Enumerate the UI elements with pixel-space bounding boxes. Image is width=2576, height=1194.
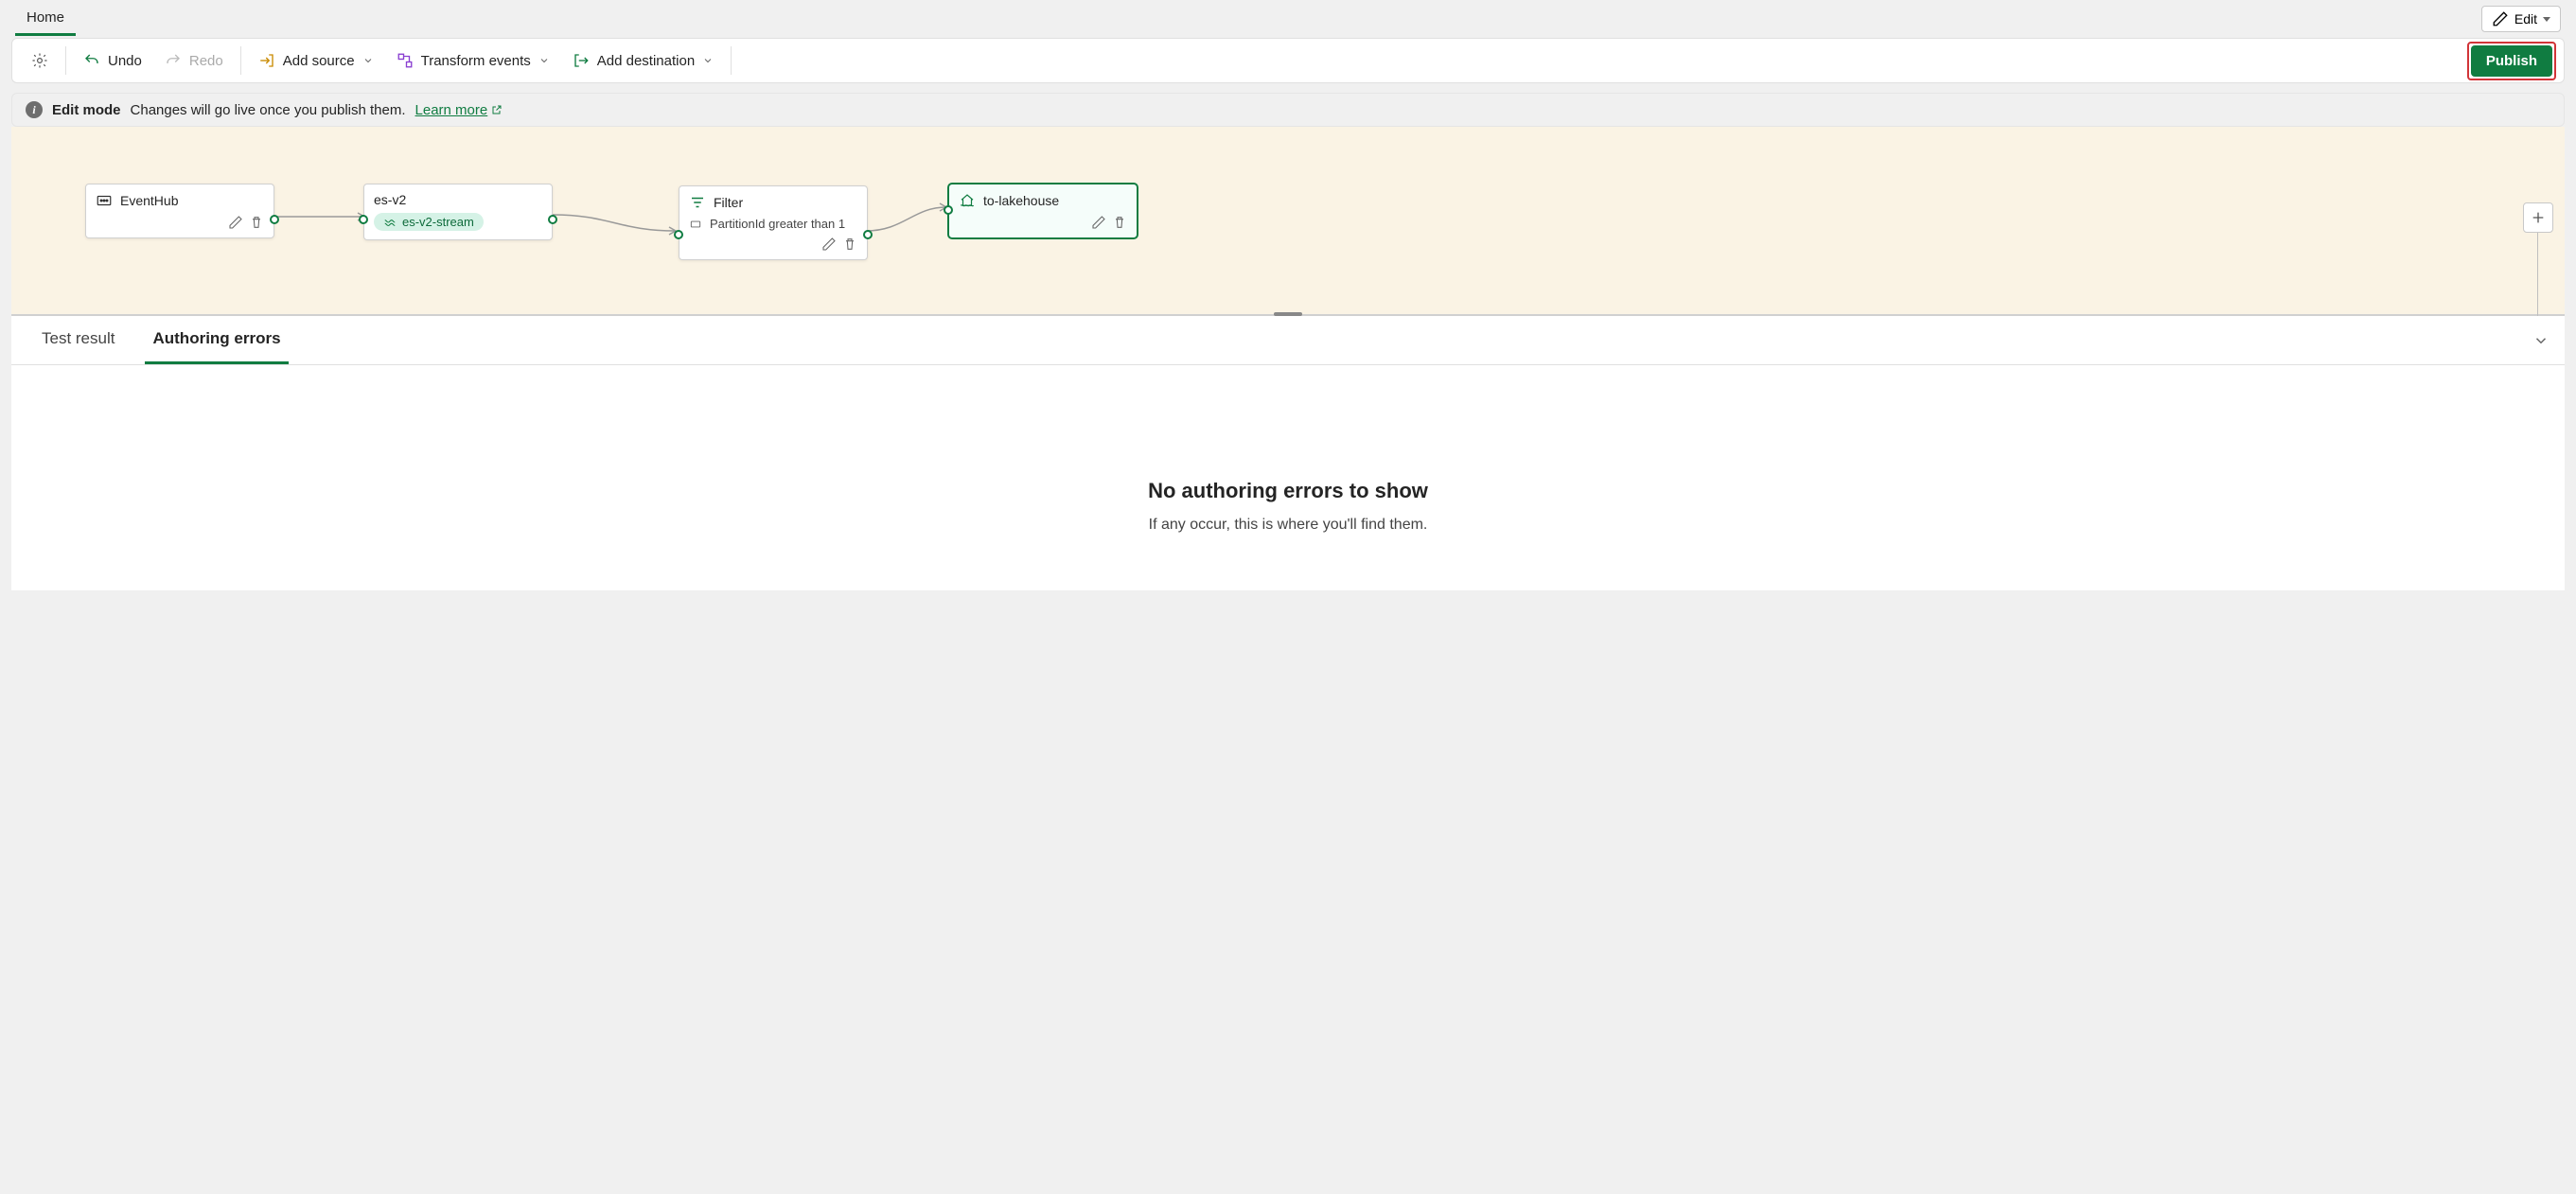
transform-icon xyxy=(397,52,414,69)
node-stream[interactable]: es-v2 es-v2-stream xyxy=(363,184,553,240)
edit-node-icon[interactable] xyxy=(821,237,837,252)
edit-node-icon[interactable] xyxy=(228,215,243,230)
edit-label: Edit xyxy=(2514,11,2537,26)
source-in-icon xyxy=(258,52,275,69)
info-bar: i Edit mode Changes will go live once yo… xyxy=(11,93,2565,127)
node-title: to-lakehouse xyxy=(983,193,1059,208)
connector xyxy=(866,202,951,240)
node-filter[interactable]: Filter PartitionId greater than 1 xyxy=(679,185,868,260)
chevron-down-icon xyxy=(362,55,374,66)
info-message: Changes will go live once you publish th… xyxy=(131,102,406,118)
chevron-down-icon xyxy=(702,55,714,66)
delete-node-icon[interactable] xyxy=(1112,215,1127,230)
undo-icon xyxy=(83,52,100,69)
publish-highlight: Publish xyxy=(2467,42,2556,80)
learn-more-label: Learn more xyxy=(415,102,488,118)
node-title: EventHub xyxy=(120,193,178,208)
delete-node-icon[interactable] xyxy=(249,215,264,230)
output-port[interactable] xyxy=(863,230,873,239)
info-icon: i xyxy=(26,101,43,118)
node-eventhub[interactable]: EventHub xyxy=(85,184,274,238)
undo-button[interactable]: Undo xyxy=(72,46,153,75)
eventhub-icon xyxy=(96,192,113,209)
node-destination[interactable]: to-lakehouse xyxy=(948,184,1138,238)
input-port[interactable] xyxy=(359,215,368,224)
separator xyxy=(240,46,241,75)
node-title: es-v2 xyxy=(374,192,406,207)
tab-home[interactable]: Home xyxy=(15,2,76,36)
separator xyxy=(65,46,66,75)
collapse-panel-icon[interactable] xyxy=(2532,332,2550,349)
settings-button[interactable] xyxy=(20,46,60,75)
input-port[interactable] xyxy=(944,205,953,215)
empty-subtitle: If any occur, this is where you'll find … xyxy=(1149,517,1428,534)
stream-chip-label: es-v2-stream xyxy=(402,215,474,229)
plus-icon xyxy=(2531,210,2546,225)
rule-icon xyxy=(689,218,702,231)
bottom-panel: Test result Authoring errors No authorin… xyxy=(11,316,2565,590)
caret-down-icon xyxy=(2543,17,2550,22)
lakehouse-icon xyxy=(959,192,976,209)
undo-label: Undo xyxy=(108,53,142,69)
transform-label: Transform events xyxy=(421,53,531,69)
info-mode: Edit mode xyxy=(52,102,121,118)
delete-node-icon[interactable] xyxy=(842,237,857,252)
edit-node-icon[interactable] xyxy=(1091,215,1106,230)
output-port[interactable] xyxy=(548,215,557,224)
publish-button[interactable]: Publish xyxy=(2471,45,2552,77)
redo-icon xyxy=(165,52,182,69)
add-destination-button[interactable]: Add destination xyxy=(561,46,725,75)
add-source-button[interactable]: Add source xyxy=(247,46,385,75)
pencil-icon xyxy=(2492,10,2509,27)
filter-icon xyxy=(689,194,706,211)
learn-more-link[interactable]: Learn more xyxy=(415,102,503,118)
add-line xyxy=(2537,233,2538,316)
output-port[interactable] xyxy=(270,215,279,224)
stream-icon xyxy=(383,216,397,229)
edit-mode-button[interactable]: Edit xyxy=(2481,6,2561,32)
transform-events-button[interactable]: Transform events xyxy=(385,46,561,75)
chevron-down-icon xyxy=(538,55,550,66)
input-port[interactable] xyxy=(674,230,683,239)
redo-button: Redo xyxy=(153,46,235,75)
connector xyxy=(553,210,680,238)
add-dest-label: Add destination xyxy=(597,53,695,69)
stream-chip: es-v2-stream xyxy=(374,213,484,231)
tab-test-result[interactable]: Test result xyxy=(34,316,122,364)
toolbar: Undo Redo Add source Transform events Ad… xyxy=(11,38,2565,83)
external-link-icon xyxy=(491,104,503,115)
empty-title: No authoring errors to show xyxy=(1148,479,1428,503)
add-source-label: Add source xyxy=(283,53,355,69)
panel-body: No authoring errors to show If any occur… xyxy=(11,365,2565,590)
connector xyxy=(274,212,369,231)
add-node-button[interactable] xyxy=(2523,202,2553,233)
pipeline-canvas[interactable]: EventHub es-v2 es-v2-stream Filter Par xyxy=(11,127,2565,316)
gear-icon xyxy=(31,52,48,69)
redo-label: Redo xyxy=(189,53,223,69)
node-title: Filter xyxy=(714,195,743,210)
separator xyxy=(731,46,732,75)
dest-out-icon xyxy=(573,52,590,69)
filter-rule: PartitionId greater than 1 xyxy=(710,217,845,231)
tab-authoring-errors[interactable]: Authoring errors xyxy=(145,316,288,364)
